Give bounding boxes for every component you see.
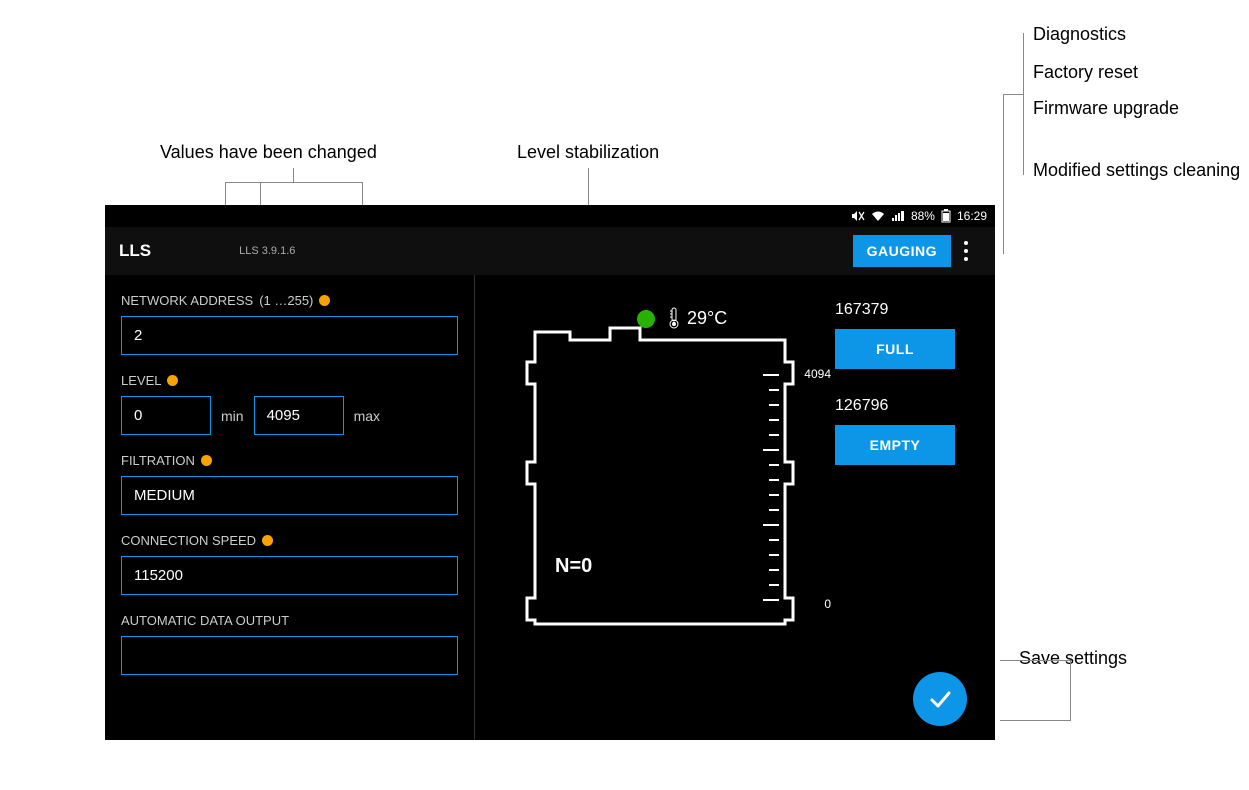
menu-diagnostics: Diagnostics <box>1033 24 1126 45</box>
more-menu-button[interactable] <box>951 231 981 271</box>
auto-output-select[interactable] <box>121 636 458 675</box>
calibration-panel: 167379 FULL 126796 EMPTY <box>835 295 975 720</box>
callout-level-stabilization: Level stabilization <box>517 142 659 163</box>
tank-panel: 29°С <box>475 275 995 740</box>
callout-values-changed: Values have been changed <box>160 142 377 163</box>
checkmark-icon <box>926 685 954 713</box>
battery-icon <box>941 209 951 223</box>
gauging-button[interactable]: GAUGING <box>853 235 951 267</box>
tank-n-value: N=0 <box>555 555 592 578</box>
device-screen: 88% 16:29 LLS LLS 3.9.1.6 GAUGING NETWOR… <box>105 205 995 740</box>
android-statusbar: 88% 16:29 <box>105 205 995 227</box>
status-time: 16:29 <box>957 209 987 223</box>
tank-diagram <box>515 310 815 630</box>
empty-value: 126796 <box>835 397 975 415</box>
app-version: LLS 3.9.1.6 <box>239 245 295 257</box>
full-value: 167379 <box>835 301 975 319</box>
callout-save-settings: Save settings <box>1019 648 1127 669</box>
wifi-icon <box>871 210 885 222</box>
tank-scale-min: 0 <box>824 597 831 611</box>
changed-indicator-icon <box>167 375 178 386</box>
app-titlebar: LLS LLS 3.9.1.6 GAUGING <box>105 227 995 275</box>
auto-output-label: AUTOMATIC DATA OUTPUT <box>121 613 458 628</box>
save-settings-fab[interactable] <box>913 672 967 726</box>
menu-modified-cleaning: Modified settings cleaning <box>1033 160 1240 181</box>
signal-icon <box>891 210 905 222</box>
connection-speed-label: CONNECTION SPEED <box>121 533 458 548</box>
level-label: LEVEL <box>121 373 458 388</box>
filtration-label: FILTRATION <box>121 453 458 468</box>
level-max-input[interactable] <box>254 396 344 435</box>
empty-button[interactable]: EMPTY <box>835 425 955 465</box>
app-title: LLS <box>119 241 151 261</box>
battery-percent: 88% <box>911 209 935 223</box>
menu-firmware-upgrade: Firmware upgrade <box>1033 98 1179 119</box>
mute-icon <box>851 210 865 222</box>
changed-indicator-icon <box>319 295 330 306</box>
changed-indicator-icon <box>262 535 273 546</box>
connection-speed-select[interactable] <box>121 556 458 595</box>
changed-indicator-icon <box>201 455 212 466</box>
full-button[interactable]: FULL <box>835 329 955 369</box>
level-min-input[interactable] <box>121 396 211 435</box>
menu-factory-reset: Factory reset <box>1033 62 1138 83</box>
settings-panel: NETWORK ADDRESS (1 …255) LEVEL min max F… <box>105 275 475 740</box>
tank-scale-max: 4094 <box>804 367 831 381</box>
network-address-label: NETWORK ADDRESS (1 …255) <box>121 293 458 308</box>
level-max-label: max <box>354 408 380 424</box>
filtration-select[interactable] <box>121 476 458 515</box>
network-address-input[interactable] <box>121 316 458 355</box>
level-min-label: min <box>221 408 244 424</box>
